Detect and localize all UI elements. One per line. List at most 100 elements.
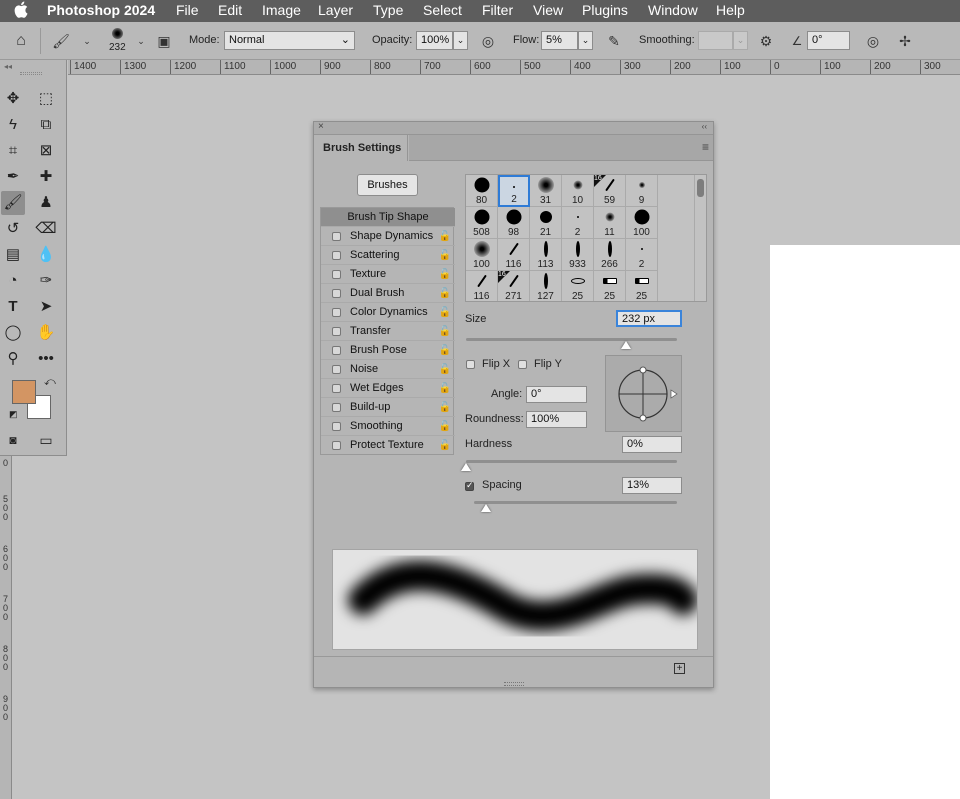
hardness-slider-track[interactable] xyxy=(466,460,677,463)
brush-tip-cell[interactable]: 933 xyxy=(562,239,594,271)
checkbox[interactable] xyxy=(332,365,341,374)
menu-select[interactable]: Select xyxy=(423,2,462,18)
smoothing-input[interactable] xyxy=(698,31,733,50)
airbrush-icon[interactable]: ✎ xyxy=(603,31,625,51)
brush-tip-cell[interactable]: 9 xyxy=(626,175,658,207)
symmetry-butterfly-icon[interactable]: ✢ xyxy=(894,31,916,51)
pressure-size-icon[interactable]: ◎ xyxy=(862,31,884,51)
list-item-brush-tip-shape[interactable]: Brush Tip Shape xyxy=(321,208,455,227)
lock-icon[interactable]: 🔓 xyxy=(439,379,451,398)
tab-brush-settings[interactable]: Brush Settings xyxy=(314,135,408,161)
marquee-tool-icon[interactable]: ⬚ xyxy=(34,87,58,111)
default-colors-icon[interactable]: ◩ xyxy=(9,409,18,420)
brush-tool-icon[interactable]: 🖌 xyxy=(1,191,25,215)
home-icon[interactable]: ⌂ xyxy=(10,31,32,51)
clone-stamp-tool-icon[interactable]: ♟ xyxy=(34,191,58,215)
brush-tip-cell[interactable]: 16 271 xyxy=(498,271,530,301)
flow-chevron-icon[interactable]: ⌄ xyxy=(578,31,593,50)
path-selection-tool-icon[interactable]: ➤ xyxy=(34,295,58,319)
lock-icon[interactable]: 🔓 xyxy=(439,284,451,303)
list-item-noise[interactable]: Noise 🔓 xyxy=(321,360,455,379)
flip-y-checkbox[interactable] xyxy=(518,360,527,369)
checkbox[interactable] xyxy=(332,441,341,450)
lock-icon[interactable]: 🔓 xyxy=(439,398,451,417)
angle-dial[interactable] xyxy=(606,356,681,431)
brushes-button[interactable]: Brushes xyxy=(357,174,418,196)
checkbox[interactable] xyxy=(332,327,341,336)
brush-tip-cell[interactable]: 127 xyxy=(530,271,562,301)
list-item-smoothing[interactable]: Smoothing 🔓 xyxy=(321,417,455,436)
list-item-wet-edges[interactable]: Wet Edges 🔓 xyxy=(321,379,455,398)
checkbox[interactable] xyxy=(332,346,341,355)
apple-icon[interactable] xyxy=(14,1,28,22)
hardness-input[interactable]: 0% xyxy=(622,436,682,453)
checkbox[interactable] xyxy=(332,403,341,412)
menu-layer[interactable]: Layer xyxy=(318,2,353,18)
lock-icon[interactable]: 🔓 xyxy=(439,322,451,341)
more-tools-icon[interactable]: ••• xyxy=(34,347,58,371)
scrollbar-thumb[interactable] xyxy=(697,179,704,197)
dodge-tool-icon[interactable]: ◔ xyxy=(1,269,25,293)
lock-icon[interactable]: 🔓 xyxy=(439,341,451,360)
collapse-toolbar-icon[interactable]: ◂◂ xyxy=(4,62,12,71)
history-brush-tool-icon[interactable]: ↺ xyxy=(1,217,25,241)
menu-window[interactable]: Window xyxy=(648,2,698,18)
gear-icon[interactable]: ⚙ xyxy=(755,31,777,51)
brush-tip-cell[interactable]: 25 xyxy=(594,271,626,301)
lasso-tool-icon[interactable]: ϟ xyxy=(1,113,25,137)
swap-colors-icon[interactable]: ⤺ xyxy=(44,376,56,389)
brush-angle-input[interactable]: 0° xyxy=(807,31,850,50)
ruler-vertical[interactable]: 0 5 0 0 6 0 0 7 0 0 8 0 0 9 0 0 xyxy=(0,455,12,799)
healing-brush-tool-icon[interactable]: ✚ xyxy=(34,165,58,189)
menu-view[interactable]: View xyxy=(533,2,563,18)
brush-tool-icon[interactable]: 🖌 xyxy=(50,31,72,51)
collapse-panel-icon[interactable]: ‹‹ xyxy=(702,122,707,131)
list-item-brush-pose[interactable]: Brush Pose 🔓 xyxy=(321,341,455,360)
spacing-input[interactable]: 13% xyxy=(622,477,682,494)
brush-tip-cell[interactable]: 100 xyxy=(626,207,658,239)
checkbox[interactable] xyxy=(332,308,341,317)
list-item-color-dynamics[interactable]: Color Dynamics 🔓 xyxy=(321,303,455,322)
eyedropper-tool-icon[interactable]: ✒ xyxy=(1,165,25,189)
list-item-scattering[interactable]: Scattering 🔓 xyxy=(321,246,455,265)
checkbox[interactable] xyxy=(332,232,341,241)
brush-tip-cell[interactable]: 508 xyxy=(466,207,498,239)
brush-tip-cell[interactable]: 16 59 xyxy=(594,175,626,207)
size-slider-thumb[interactable] xyxy=(621,341,632,349)
document-canvas[interactable] xyxy=(770,245,960,799)
panel-resize-grip[interactable] xyxy=(504,682,524,686)
chevron-down-icon[interactable]: ⌄ xyxy=(76,31,98,51)
lock-icon[interactable]: 🔓 xyxy=(439,360,451,379)
blur-tool-icon[interactable]: 💧 xyxy=(34,243,58,267)
brush-tip-cell[interactable]: 116 xyxy=(466,271,498,301)
lock-icon[interactable]: 🔓 xyxy=(439,417,451,436)
lock-icon[interactable]: 🔓 xyxy=(439,436,451,455)
spacing-slider-track[interactable] xyxy=(474,501,677,504)
checkbox[interactable] xyxy=(332,384,341,393)
smoothing-chevron-icon[interactable]: ⌄ xyxy=(733,31,748,50)
crop-tool-icon[interactable]: ⌗ xyxy=(1,139,25,163)
brush-grid-scrollbar[interactable] xyxy=(694,175,706,301)
size-input[interactable]: 232 px xyxy=(616,310,682,327)
panel-menu-icon[interactable]: ≡ xyxy=(702,140,709,154)
menu-help[interactable]: Help xyxy=(716,2,745,18)
brush-tip-cell[interactable]: 100 xyxy=(466,239,498,271)
ruler-horizontal[interactable]: 1400 1300 1200 1100 1000 900 800 700 600… xyxy=(68,60,960,75)
list-item-shape-dynamics[interactable]: Shape Dynamics 🔓 xyxy=(321,227,455,246)
list-item-dual-brush[interactable]: Dual Brush 🔓 xyxy=(321,284,455,303)
list-item-protect-texture[interactable]: Protect Texture 🔓 xyxy=(321,436,455,455)
screen-mode-icon[interactable]: ▭ xyxy=(34,428,58,452)
spacing-checkbox[interactable] xyxy=(465,480,474,491)
close-icon[interactable]: × xyxy=(318,121,324,132)
size-slider-track[interactable] xyxy=(466,338,677,341)
menu-plugins[interactable]: Plugins xyxy=(582,2,628,18)
brush-tip-cell[interactable]: 2 xyxy=(498,175,530,207)
lock-icon[interactable]: 🔓 xyxy=(439,303,451,322)
angle-roundness-widget[interactable] xyxy=(605,355,682,432)
opacity-input[interactable]: 100% xyxy=(416,31,453,50)
toggle-brush-settings-icon[interactable]: ▣ xyxy=(153,31,175,51)
brush-tip-cell[interactable]: 21 xyxy=(530,207,562,239)
zoom-tool-icon[interactable]: ⚲ xyxy=(1,347,25,371)
hand-tool-icon[interactable]: ✋ xyxy=(34,321,58,345)
mode-select[interactable]: Normal ⌄ xyxy=(224,31,355,50)
